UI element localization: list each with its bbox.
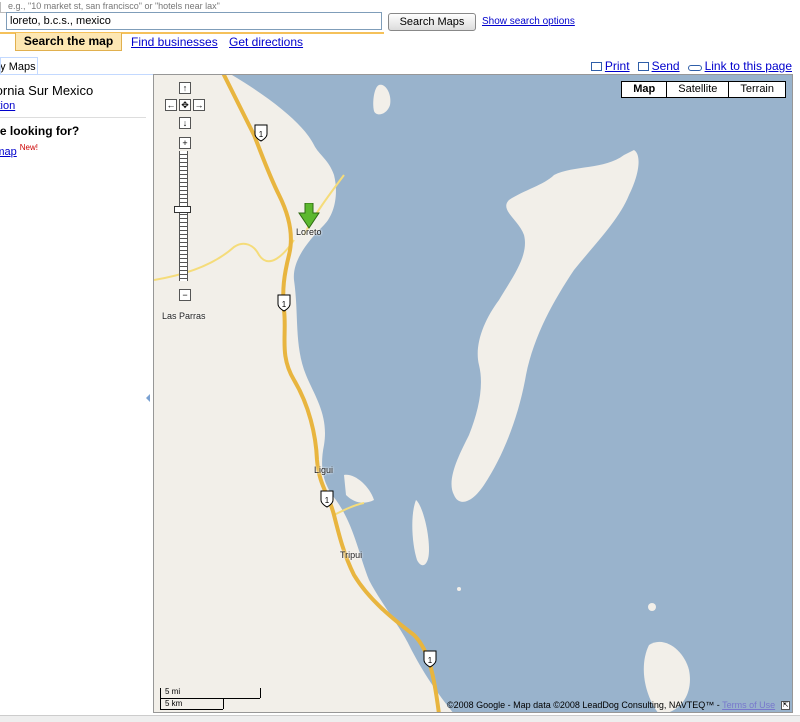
scale-bar: 5 mi 5 km <box>160 687 261 710</box>
map-canvas[interactable]: 1 1 1 1 Loreto Las Parras Ligui Tripui M… <box>153 74 793 713</box>
pan-up-button[interactable]: ↑ <box>179 82 191 94</box>
map-copyright: ©2008 Google - Map data ©2008 LeadDog Co… <box>447 700 775 710</box>
tab-find-businesses[interactable]: Find businesses <box>131 35 218 49</box>
link-to-page-link[interactable]: Link to this page <box>705 59 792 73</box>
show-search-options-link[interactable]: Show search options <box>482 16 575 27</box>
edit-the-map-link[interactable]: Edit the mapNew! <box>0 143 60 158</box>
zoom-out-button[interactable]: − <box>179 289 191 301</box>
link-action[interactable]: Link to this page <box>687 59 792 73</box>
panel-divider <box>0 74 153 75</box>
zoom-slider[interactable] <box>179 151 188 281</box>
highway-shield-icon: 1 <box>277 294 291 312</box>
map-tiles <box>154 75 792 712</box>
send-action[interactable]: Send <box>637 59 680 73</box>
location-title-text: Baja California Sur Mexico <box>0 83 94 98</box>
svg-text:1: 1 <box>259 130 264 139</box>
place-label-tripui: Tripui <box>340 550 363 560</box>
edit-the-map-text: Edit the map <box>0 145 17 158</box>
search-input[interactable] <box>6 12 382 30</box>
scale-tick <box>223 699 224 709</box>
pan-center-button[interactable]: ✥ <box>179 99 191 111</box>
not-looking-for-text: Not what you're looking for? <box>0 124 80 138</box>
pan-control: ↑ ← ✥ → ↓ <box>162 82 212 138</box>
pan-down-button[interactable]: ↓ <box>179 117 191 129</box>
tab-my-maps[interactable]: My Maps <box>0 57 38 75</box>
not-looking-for-heading: Not what you're looking for? <box>0 124 90 138</box>
collapse-panel-arrow-icon[interactable] <box>146 394 150 402</box>
print-link[interactable]: Print <box>605 59 630 73</box>
pan-right-button[interactable]: → <box>193 99 205 111</box>
terms-of-use-link[interactable]: Terms of Use <box>722 700 775 710</box>
pan-left-button[interactable]: ← <box>165 99 177 111</box>
set-default-location-text: Set as default location <box>0 100 16 112</box>
scale-tick <box>160 688 161 710</box>
print-action[interactable]: Print <box>590 59 630 73</box>
scale-label-imperial: 5 mi <box>165 687 181 696</box>
send-link[interactable]: Send <box>652 59 680 73</box>
search-maps-button[interactable]: Search Maps <box>388 13 476 31</box>
secondary-road-west <box>154 239 295 281</box>
panel-separator <box>0 117 146 118</box>
place-label-ligui: Ligui <box>314 465 334 475</box>
map-type-map-button[interactable]: Map <box>622 82 666 97</box>
copyright-text: ©2008 Google - Map data ©2008 LeadDog Co… <box>447 700 723 710</box>
place-label-las-parras: Las Parras <box>162 311 206 321</box>
new-badge: New! <box>19 143 38 152</box>
zoom-in-button[interactable]: + <box>179 137 191 149</box>
tab-get-directions[interactable]: Get directions <box>229 35 303 49</box>
map-type-satellite-button[interactable]: Satellite <box>666 82 728 97</box>
chain-link-icon <box>687 65 702 71</box>
svg-text:1: 1 <box>282 300 287 309</box>
place-label-loreto: Loreto <box>296 227 322 237</box>
svg-text:1: 1 <box>325 496 330 505</box>
envelope-icon <box>637 62 649 71</box>
scale-line-metric <box>160 709 223 710</box>
location-title: Baja California Sur Mexico <box>0 83 150 98</box>
tab-search-the-map[interactable]: Search the map <box>15 33 122 51</box>
scale-tick <box>260 688 261 698</box>
islet-1 <box>648 603 656 611</box>
highway-shield-icon: 1 <box>423 650 437 668</box>
map-actions: Print Send Link to this page <box>590 59 792 73</box>
search-hint: e.g., "10 market st, san francisco" or "… <box>8 1 220 11</box>
resize-corner-icon[interactable]: ⇱ <box>781 701 790 710</box>
islet-2 <box>457 587 461 591</box>
svg-text:1: 1 <box>428 656 433 665</box>
zoom-slider-handle[interactable] <box>174 206 191 213</box>
my-maps-label: My Maps <box>0 61 36 73</box>
set-default-location-link[interactable]: Set as default location <box>0 100 46 112</box>
highway-shield-icon: 1 <box>320 490 334 508</box>
scale-label-metric: 5 km <box>165 699 183 708</box>
map-type-terrain-button[interactable]: Terrain <box>728 82 785 97</box>
map-type-control: Map Satellite Terrain <box>621 81 786 98</box>
printer-icon <box>590 62 602 71</box>
highway-shield-icon: 1 <box>254 124 268 142</box>
